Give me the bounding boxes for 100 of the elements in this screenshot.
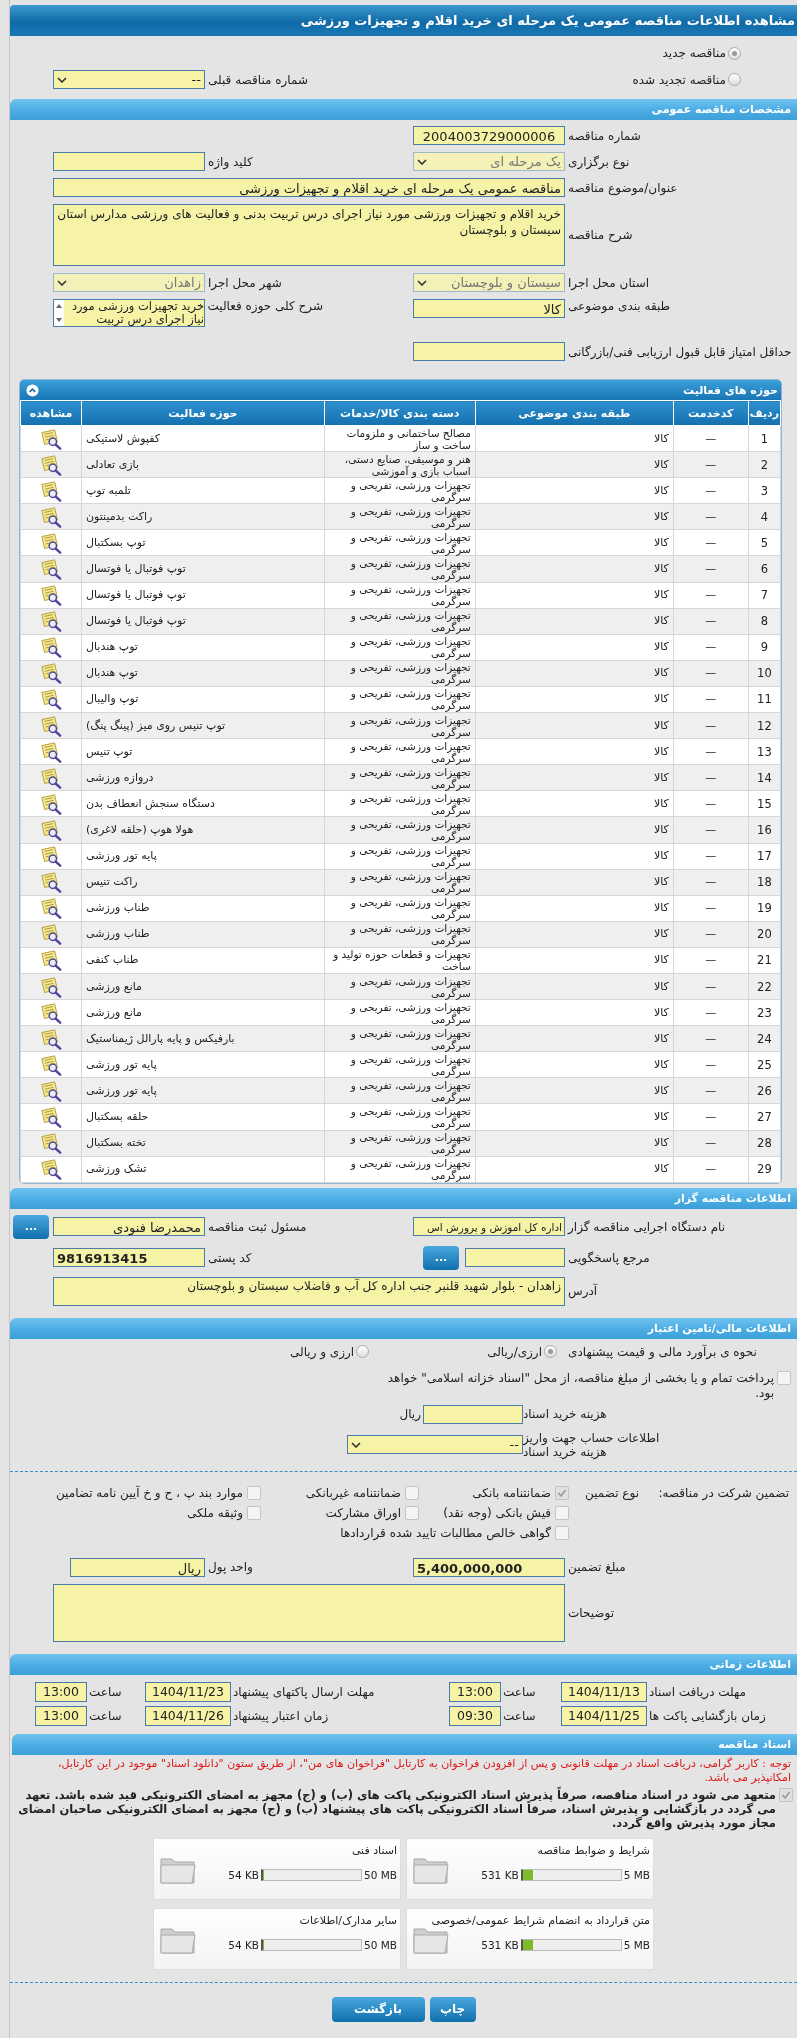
table-cell: توپ فوتبال یا فوتسال [81,555,325,583]
text-area[interactable]: زاهدان - بلوار شهید قلنبر جنب اداره کل آب و فاضلاب سیستان و بلوچستان [53,1276,565,1306]
date-field[interactable]: 1404/11/26 [145,1705,231,1726]
table-cell: 29 [748,1156,781,1183]
view-details-icon[interactable] [40,584,62,607]
checkbox[interactable] [405,1505,419,1520]
field-label: آدرس [567,1284,599,1299]
input-field[interactable] [423,1404,523,1424]
checkbox[interactable] [779,1787,793,1802]
table-cell: مانع ورزشی [81,973,325,1000]
list-box[interactable]: خرید تجهیزات ورزشی مورد نیاز اجرای درس تربیت [53,299,205,327]
time-field[interactable]: 13:00 [35,1705,87,1726]
view-details-icon[interactable] [40,740,62,763]
view-details-icon[interactable] [40,427,62,450]
action-button[interactable]: بازگشت [331,1996,425,2022]
checkbox[interactable] [247,1505,261,1520]
previous-tender-dropdown[interactable]: -- [53,70,205,89]
table-cell: تجهیزات ورزشی، تفریحی و سرگرمی [324,660,476,687]
view-details-icon[interactable] [40,479,62,502]
view-details-icon[interactable] [40,505,62,528]
table-cell: — [673,1077,749,1104]
table-cell: بازی تعادلی [81,451,325,478]
input-field[interactable] [53,152,205,171]
radio-button[interactable] [728,46,741,60]
time-field[interactable]: 13:00 [449,1681,501,1702]
checkbox[interactable] [405,1485,419,1500]
input-field[interactable]: محمدرضا فنودی [53,1217,205,1237]
input-field[interactable]: 9816913415 [53,1248,205,1268]
column-header: دسته بندی کالا/خدمات [324,400,476,426]
checkbox[interactable] [555,1505,569,1520]
date-field[interactable]: 1404/11/13 [561,1681,647,1702]
input-field[interactable] [465,1248,565,1268]
date-field[interactable]: 1404/11/25 [561,1705,647,1726]
view-details-icon[interactable] [40,1053,62,1076]
table-cell: تجهیزات ورزشی، تفریحی و سرگرمی [324,764,476,791]
radio-button[interactable] [728,73,741,86]
table-cell: — [673,764,749,791]
view-details-icon[interactable] [40,949,62,972]
view-details-icon[interactable] [40,531,62,554]
browse-button[interactable]: ... [13,1214,49,1239]
checkbox[interactable] [555,1485,569,1500]
table-cell: 11 [748,686,781,713]
view-details-icon[interactable] [40,688,62,711]
view-details-icon[interactable] [40,766,62,789]
input-field[interactable] [413,342,565,361]
view-details-icon[interactable] [40,818,62,841]
view-details-icon[interactable] [40,923,62,946]
view-details-icon[interactable] [40,845,62,868]
field-label: مبلغ تضمین [567,1560,627,1575]
text-area[interactable]: خرید اقلام و تجهیزات ورزشی مورد نیاز اجرای درس تربیت بدنی و فعالیت های ورزشی مدارس استان سیستان و بلوچستان [53,204,565,266]
date-field[interactable]: 1404/11/23 [145,1681,231,1702]
scroll-arrows-icon[interactable] [54,300,64,326]
view-details-icon[interactable] [40,1132,62,1155]
input-field[interactable]: کالا [413,299,565,318]
checkbox[interactable] [247,1485,261,1500]
table-cell: 17 [748,843,781,870]
view-details-icon[interactable] [40,871,62,894]
view-details-icon[interactable] [40,792,62,815]
table-cell: کالا [475,608,674,635]
input-field[interactable]: 2004003729000006 [413,126,565,145]
radio-button[interactable] [356,1345,370,1359]
action-button[interactable]: چاپ [429,1996,476,2022]
view-details-icon[interactable] [40,975,62,998]
view-details-icon[interactable] [40,453,62,476]
table-cell: تلمبه توپ [81,477,325,504]
time-field[interactable]: 09:30 [449,1705,501,1726]
table-cell: — [673,790,749,817]
view-details-icon[interactable] [40,1001,62,1024]
input-field[interactable]: اداره کل اموزش و پرورش اس [413,1217,565,1237]
table-cell: تجهیزات و قطعات حوزه تولید و ساخت [324,947,476,974]
account-dropdown[interactable]: -- [347,1435,523,1455]
commitment-text: متعهد می شود در اسناد مناقصه، صرفاً پذیرش اسناد الکترونیکی پاکت های (ب) و (ج) مجهز به امضای الکترونیکی قید شده باشد. تعهد می گردد در بازگشایی و پذیرش اسناد، صرفاً اسناد الکترونیکی پاکت های پیشنهاد (ب) و (ج) مجهز به امضای الکترونیکی صاحبان امضای مجاز مورد پذیرش واقع گردد. [17,1787,776,1830]
view-details-icon[interactable] [40,1158,62,1181]
view-details-icon[interactable] [40,558,62,580]
table-cell: کالا [475,1103,674,1131]
view-details-icon[interactable] [40,714,62,737]
text-area[interactable] [53,1583,565,1642]
time-field[interactable]: 13:00 [35,1681,87,1702]
table-cell: تجهیزات ورزشی، تفریحی و سرگرمی [324,1103,476,1131]
table-cell: توپ هندبال [81,634,325,661]
view-details-icon[interactable] [40,610,62,633]
collapse-icon[interactable] [26,383,39,397]
view-details-icon[interactable] [40,1027,62,1050]
view-details-icon[interactable] [40,897,62,920]
input-field[interactable]: مناقصه عمومی یک مرحله ای خرید اقلام و تجهیزات ورزشی [53,178,565,197]
table-cell: کالا [475,869,674,896]
table-cell: راکت بدمینتون [81,503,325,530]
browse-button[interactable]: ... [423,1245,459,1270]
checkbox[interactable] [777,1370,791,1385]
input-field[interactable]: 5,400,000,000 [413,1557,565,1577]
radio-button[interactable] [544,1345,557,1359]
checkbox[interactable] [555,1525,569,1540]
field-label: استان محل اجرا [567,275,651,290]
view-details-icon[interactable] [40,1106,62,1128]
view-details-icon[interactable] [40,662,62,685]
view-details-icon[interactable] [40,1079,62,1102]
input-field[interactable]: ریال [70,1557,205,1577]
view-details-icon[interactable] [40,636,62,659]
field-label: مرجع پاسخگویی [567,1250,651,1265]
table-cell: کالا [475,712,674,739]
